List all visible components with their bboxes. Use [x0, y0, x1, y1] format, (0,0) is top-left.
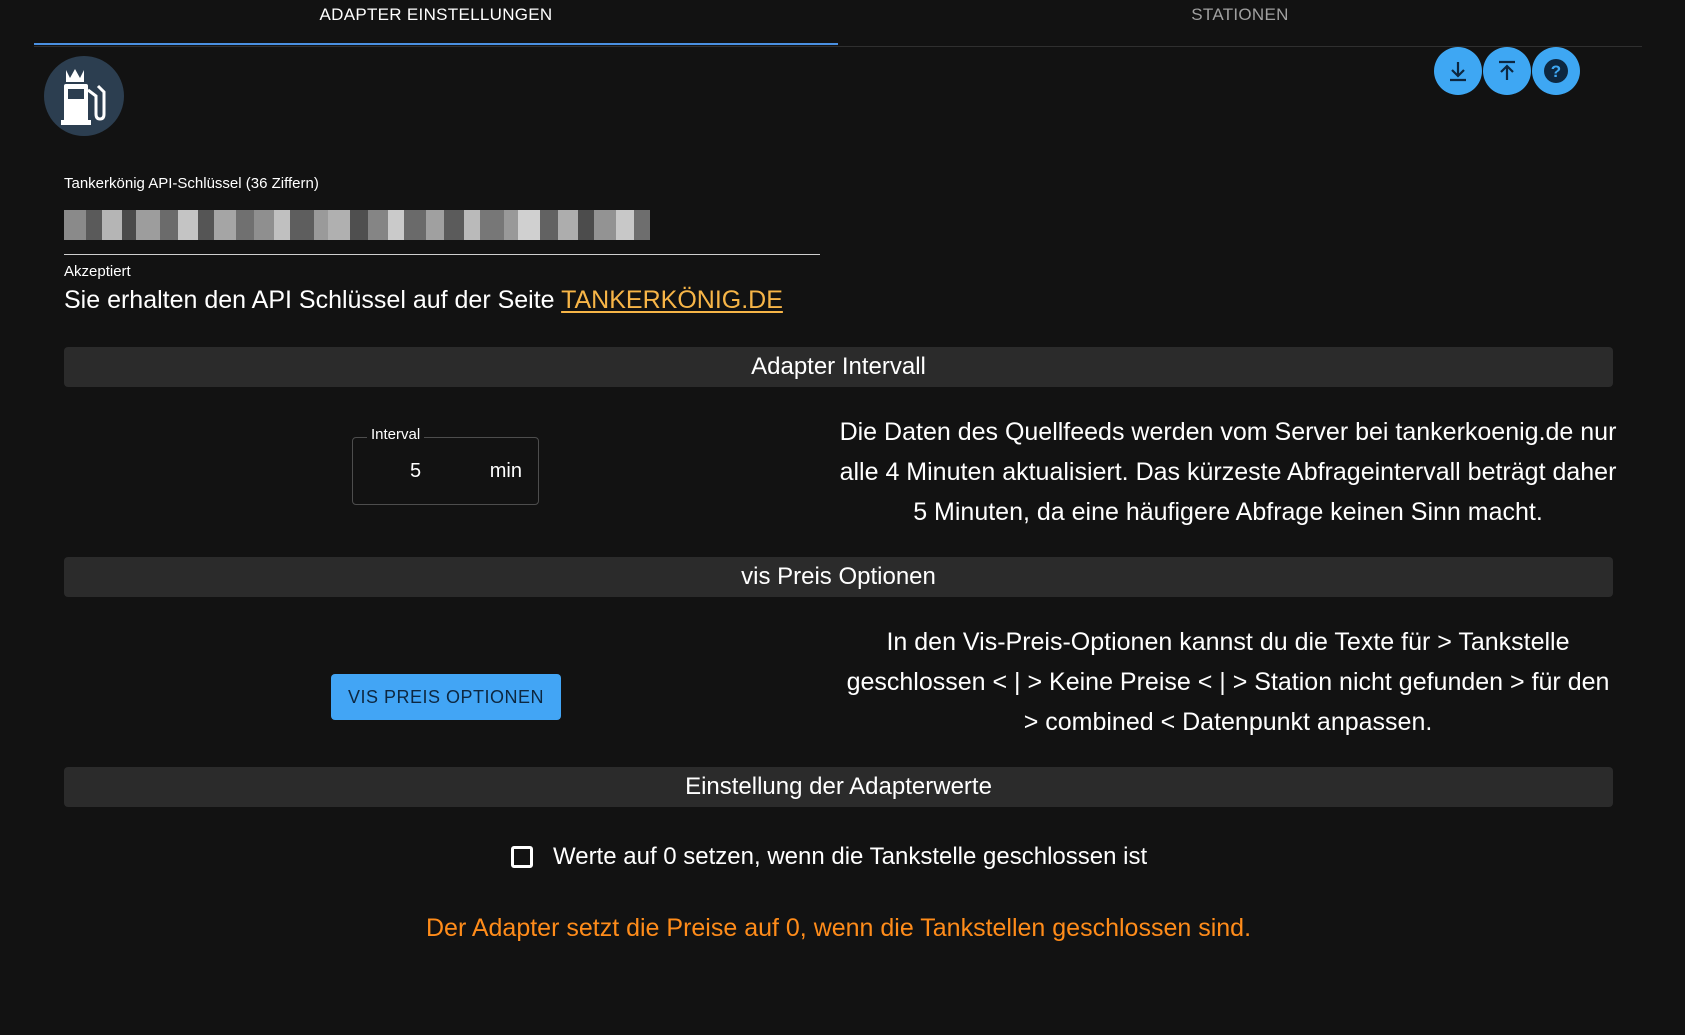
interval-unit: min [489, 460, 522, 482]
tab-adapter-einstellungen[interactable]: ADAPTER EINSTELLUNGEN [34, 0, 838, 45]
api-key-input[interactable] [64, 210, 674, 240]
zero-values-checkbox-label: Werte auf 0 setzen, wenn die Tankstelle … [553, 843, 1148, 870]
download-icon [1446, 59, 1470, 83]
api-key-info-text: Sie erhalten den API Schlüssel auf der S… [64, 286, 562, 314]
section-header-interval: Adapter Intervall [64, 347, 1613, 387]
interval-field[interactable]: Interval 5 min [352, 426, 539, 505]
api-key-underline [64, 254, 820, 255]
help-button[interactable]: ? [1532, 47, 1580, 95]
svg-text:?: ? [1551, 62, 1561, 81]
section-header-vis: vis Preis Optionen [64, 557, 1613, 597]
interval-label: Interval [367, 426, 425, 443]
interval-description: Die Daten des Quellfeeds werden vom Serv… [839, 418, 1617, 526]
api-key-status: Akzeptiert [64, 263, 131, 280]
section-header-values: Einstellung der Adapterwerte [64, 767, 1613, 807]
interval-value[interactable]: 5 [410, 460, 421, 483]
tab-bar: ADAPTER EINSTELLUNGEN STATIONEN [34, 0, 1642, 47]
download-button[interactable] [1434, 47, 1482, 95]
tab-stationen[interactable]: STATIONEN [838, 0, 1642, 45]
zero-values-checkbox[interactable] [511, 846, 533, 868]
adapter-settings-page: ADAPTER EINSTELLUNGEN STATIONEN ? Tanker… [0, 0, 1685, 1035]
active-tab-indicator [34, 43, 838, 45]
api-key-label: Tankerkönig API-Schlüssel (36 Ziffern) [64, 175, 319, 192]
api-key-info: Sie erhalten den API Schlüssel auf der S… [64, 286, 783, 315]
vis-description: In den Vis-Preis-Optionen kannst du die … [846, 628, 1610, 736]
upload-icon [1495, 59, 1519, 83]
tankerkoenig-link[interactable]: TANKERKÖNIG.DE [561, 286, 783, 314]
vis-preis-optionen-button[interactable]: VIS PREIS OPTIONEN [331, 674, 561, 720]
zero-values-checkbox-row[interactable]: Werte auf 0 setzen, wenn die Tankstelle … [511, 843, 1147, 871]
zero-values-warning: Der Adapter setzt die Preise auf 0, wenn… [425, 914, 1252, 942]
help-icon: ? [1542, 57, 1570, 85]
tankerkoenig-logo [44, 56, 124, 136]
upload-button[interactable] [1483, 47, 1531, 95]
